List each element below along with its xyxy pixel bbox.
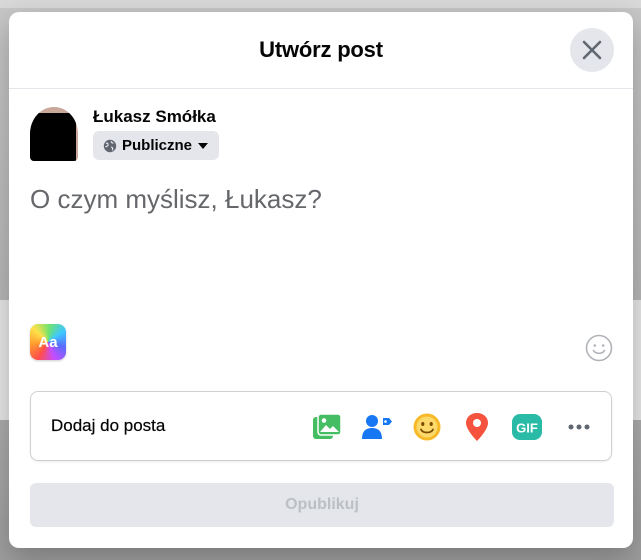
more-icon	[568, 424, 590, 430]
author-row: Łukasz Smółka Publiczne	[30, 107, 430, 163]
tag-people-button[interactable]	[359, 409, 395, 445]
more-options-button[interactable]	[561, 409, 597, 445]
svg-text:GIF: GIF	[516, 421, 538, 436]
publish-button[interactable]: Opublikuj	[30, 483, 614, 527]
backdrop-top-strip	[0, 0, 641, 8]
create-post-dialog: Utwórz post Łukasz Smółka Publiczne O cz…	[9, 12, 633, 548]
close-icon	[582, 40, 602, 60]
post-text-input[interactable]: O czym myślisz, Łukasz?	[30, 184, 590, 215]
avatar-redaction	[30, 113, 76, 161]
backdrop-right-card	[633, 300, 641, 420]
photo-video-icon	[313, 413, 342, 439]
check-in-icon	[466, 413, 488, 441]
audience-selector-button[interactable]: Publiczne	[93, 131, 220, 160]
gif-button[interactable]: GIF	[509, 409, 545, 445]
photo-video-button[interactable]	[309, 409, 345, 445]
gif-icon: GIF	[512, 414, 542, 440]
text-format-label: Aa	[38, 333, 58, 351]
text-background-button[interactable]: Aa	[30, 324, 66, 360]
globe-icon	[103, 139, 117, 152]
avatar[interactable]	[30, 107, 78, 161]
close-button[interactable]	[570, 28, 614, 72]
caret-down-icon	[198, 142, 209, 149]
dialog-header: Utwórz post	[9, 12, 633, 89]
author-name: Łukasz Smółka	[93, 107, 216, 126]
add-to-post-label: Dodaj do posta	[51, 416, 166, 435]
emoji-picker-icon[interactable]	[584, 333, 614, 363]
add-to-post-panel: Dodaj do posta GIF	[30, 391, 612, 461]
dialog-title: Utwórz post	[259, 37, 383, 62]
feeling-activity-button[interactable]	[409, 409, 445, 445]
tag-people-icon	[362, 415, 392, 439]
audience-label: Publiczne	[122, 137, 193, 154]
feeling-activity-icon	[413, 413, 441, 441]
check-in-button[interactable]	[459, 409, 495, 445]
